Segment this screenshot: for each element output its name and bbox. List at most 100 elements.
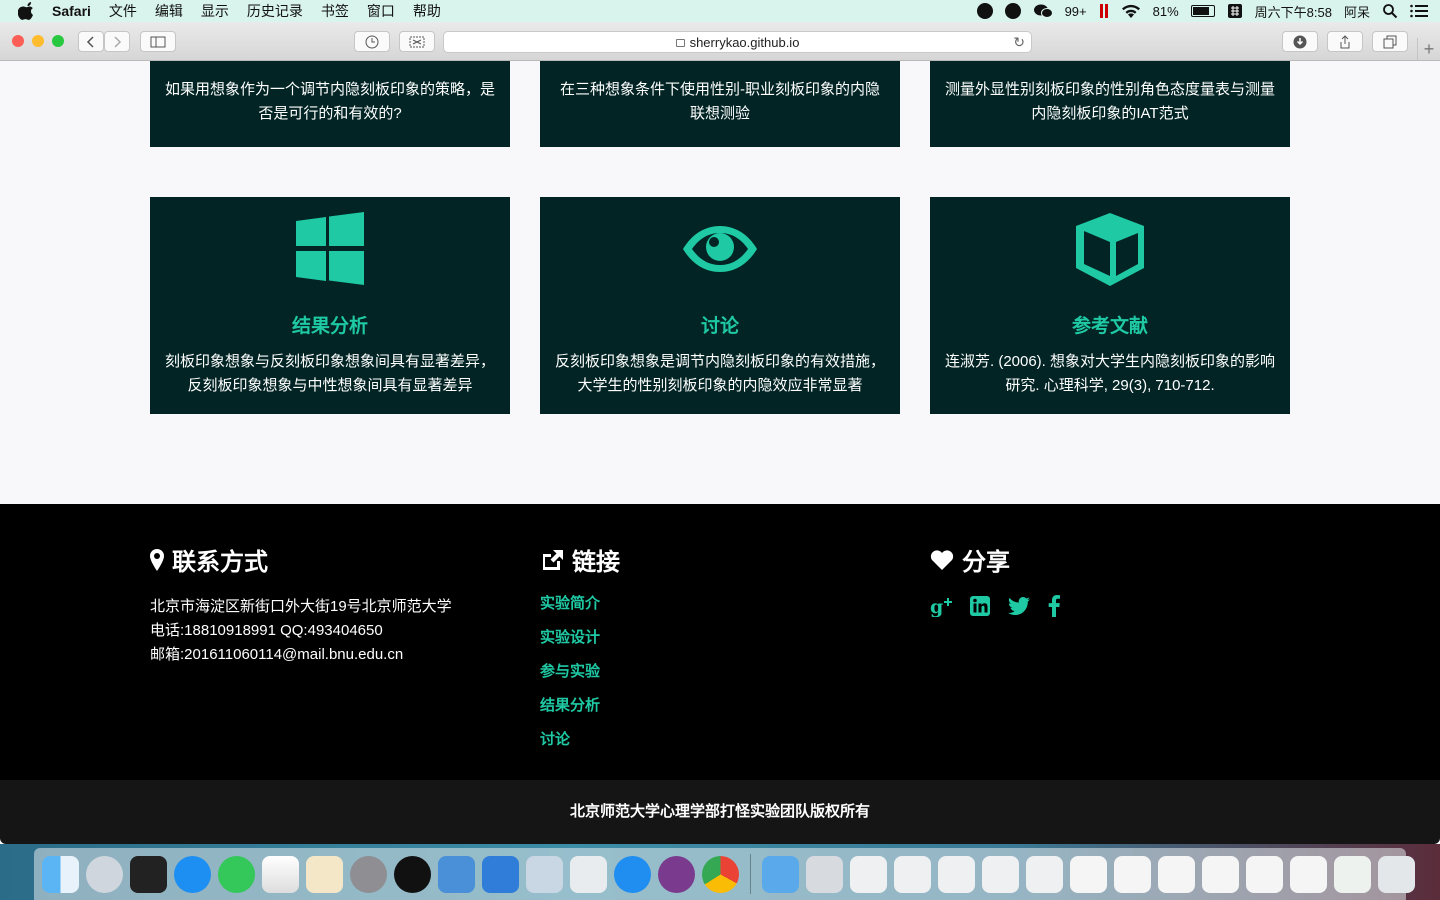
menu-item-bookmarks[interactable]: 书签 (321, 1, 349, 21)
card-measurement: 测量外显性别刻板印象的性别角色态度量表与测量内隐刻板印象的IAT范式 (930, 61, 1290, 147)
minimize-window-button[interactable] (32, 35, 44, 47)
safari-dock-icon[interactable] (614, 855, 651, 893)
external-link-icon (543, 549, 563, 570)
windows-vm-icon[interactable] (570, 855, 607, 893)
card-desc: 刻板印象想象与反刻板印象想象间具有显著差异，反刻板印象想象与中性想象间具有显著差… (164, 353, 495, 394)
wechat-dock-icon[interactable] (218, 855, 255, 893)
system-preferences-icon[interactable] (350, 855, 387, 893)
downloads-button[interactable] (1282, 31, 1318, 52)
forward-button[interactable] (104, 31, 130, 52)
card-desc: 如果用想象作为一个调节内隐刻板印象的策略，是否是可行的和有效的? (164, 81, 495, 122)
numbers-icon[interactable] (262, 855, 299, 893)
wechat-icon[interactable] (1033, 3, 1053, 19)
facebook-icon[interactable] (1048, 595, 1060, 617)
minimized-window-thumbnail-2[interactable] (894, 855, 931, 893)
back-button[interactable] (78, 31, 104, 52)
card-references: 参考文献 连淑芳. (2006). 想象对大学生内隐刻板印象的影响研究. 心理科… (930, 197, 1290, 414)
footer-share: 分享 g (930, 542, 1060, 617)
minimized-document-thumbnail-1[interactable] (1070, 855, 1107, 893)
reload-icon[interactable]: ↻ (1013, 34, 1025, 51)
menu-item-help[interactable]: 帮助 (413, 1, 441, 21)
download-icon (1293, 35, 1307, 48)
card-experiment-design: 在三种想象条件下使用性别-职业刻板印象的内隐联想测验 (540, 61, 900, 147)
minimized-window-thumbnail-3[interactable] (938, 855, 975, 893)
menu-app-name[interactable]: Safari (52, 3, 91, 19)
documents-stack-icon[interactable] (806, 855, 843, 893)
screenshot-button[interactable] (399, 31, 435, 52)
sidebar-button[interactable] (140, 31, 176, 52)
contact-email: 邮箱:201611060114@mail.bnu.edu.cn (150, 646, 404, 663)
wifi-icon[interactable] (1121, 4, 1141, 19)
share-icon (1340, 34, 1350, 48)
minimized-document-thumbnail-4[interactable] (1202, 855, 1239, 893)
tabs-icon (1383, 35, 1397, 48)
menu-item-file[interactable]: 文件 (109, 1, 137, 21)
notification-center-icon[interactable] (1410, 4, 1428, 18)
minimized-window-thumbnail-1[interactable] (850, 855, 887, 893)
dock (34, 848, 1415, 900)
menu-item-view[interactable]: 显示 (201, 1, 229, 21)
finder-icon[interactable] (42, 855, 79, 893)
battery-percent: 81% (1152, 3, 1179, 19)
minimized-document-thumbnail-3[interactable] (1158, 855, 1195, 893)
zoom-window-button[interactable] (52, 35, 64, 47)
spotlight-search-icon[interactable] (1382, 3, 1398, 19)
chrome-icon[interactable] (702, 855, 739, 893)
menu-item-history[interactable]: 历史记录 (247, 1, 303, 21)
preview-icon[interactable] (526, 855, 563, 893)
footer-link-participate[interactable]: 参与实验 (540, 655, 620, 689)
chevron-right-icon (114, 35, 122, 48)
share-button[interactable] (1327, 31, 1363, 52)
google-plus-icon[interactable]: g (930, 595, 952, 617)
activity-monitor-icon[interactable] (130, 855, 167, 893)
share-heading: 分享 (930, 542, 1060, 577)
qq-icon[interactable] (394, 855, 431, 893)
close-window-button[interactable] (12, 35, 24, 47)
menu-user[interactable]: 阿呆 (1344, 2, 1370, 21)
footer-contact: 联系方式 北京市海淀区新街口外大街19号北京师范大学 电话:1881091899… (150, 542, 452, 667)
lock-icon (675, 39, 685, 47)
footer-links: 链接 实验简介 实验设计 参与实验 结果分析 讨论 (540, 542, 620, 757)
apple-icon[interactable] (18, 2, 36, 20)
minimized-document-thumbnail-2[interactable] (1114, 855, 1151, 893)
launchpad-icon[interactable] (86, 855, 123, 893)
tray-app-icon[interactable] (1004, 3, 1021, 19)
menu-clock[interactable]: 周六下午8:58 (1255, 2, 1332, 21)
pages-icon[interactable] (306, 855, 343, 893)
share-heading-text: 分享 (962, 549, 1010, 576)
footer-link-design[interactable]: 实验设计 (540, 621, 620, 655)
tab-overview-button[interactable] (1372, 31, 1408, 52)
svg-text:g: g (930, 596, 943, 617)
trash-icon[interactable] (1378, 855, 1415, 893)
map-marker-icon (150, 548, 164, 571)
minimized-window-thumbnail-4[interactable] (982, 855, 1019, 893)
minimized-document-thumbnail-6[interactable] (1290, 855, 1327, 893)
battery-icon[interactable] (1190, 5, 1215, 17)
keynote-icon[interactable] (482, 855, 519, 893)
history-button[interactable] (354, 31, 390, 52)
new-tab-button[interactable]: + (1417, 38, 1440, 60)
footer-link-discussion[interactable]: 讨论 (540, 723, 620, 757)
minimized-window-thumbnail-5[interactable] (1026, 855, 1063, 893)
parallels-dock-icon[interactable] (438, 855, 475, 893)
app-store-icon[interactable] (174, 855, 211, 893)
card-desc: 连淑芳. (2006). 想象对大学生内隐刻板印象的影响研究. 心理科学, 29… (944, 353, 1276, 394)
eye-icon (683, 226, 757, 272)
address-bar-url: sherrykao.github.io (689, 34, 800, 50)
menu-item-window[interactable]: 窗口 (367, 1, 395, 21)
notification-bell-icon[interactable] (976, 3, 993, 19)
applications-folder-icon[interactable] (762, 855, 799, 893)
parallels-icon[interactable] (1099, 3, 1109, 19)
github-desktop-icon[interactable] (658, 855, 695, 893)
menu-bar: Safari 文件 编辑 显示 历史记录 书签 窗口 帮助 99+ 81% 周六… (0, 0, 1440, 22)
minimized-spreadsheet-thumbnail[interactable] (1334, 855, 1371, 893)
menu-item-edit[interactable]: 编辑 (155, 1, 183, 21)
card-title: 讨论 (700, 316, 739, 337)
input-method-icon[interactable] (1227, 3, 1243, 19)
linkedin-icon[interactable] (970, 596, 990, 616)
footer-link-results[interactable]: 结果分析 (540, 689, 620, 723)
minimized-document-thumbnail-5[interactable] (1246, 855, 1283, 893)
footer-link-intro[interactable]: 实验简介 (540, 587, 620, 621)
twitter-icon[interactable] (1008, 597, 1030, 615)
address-bar[interactable]: sherrykao.github.io ↻ (443, 31, 1032, 53)
